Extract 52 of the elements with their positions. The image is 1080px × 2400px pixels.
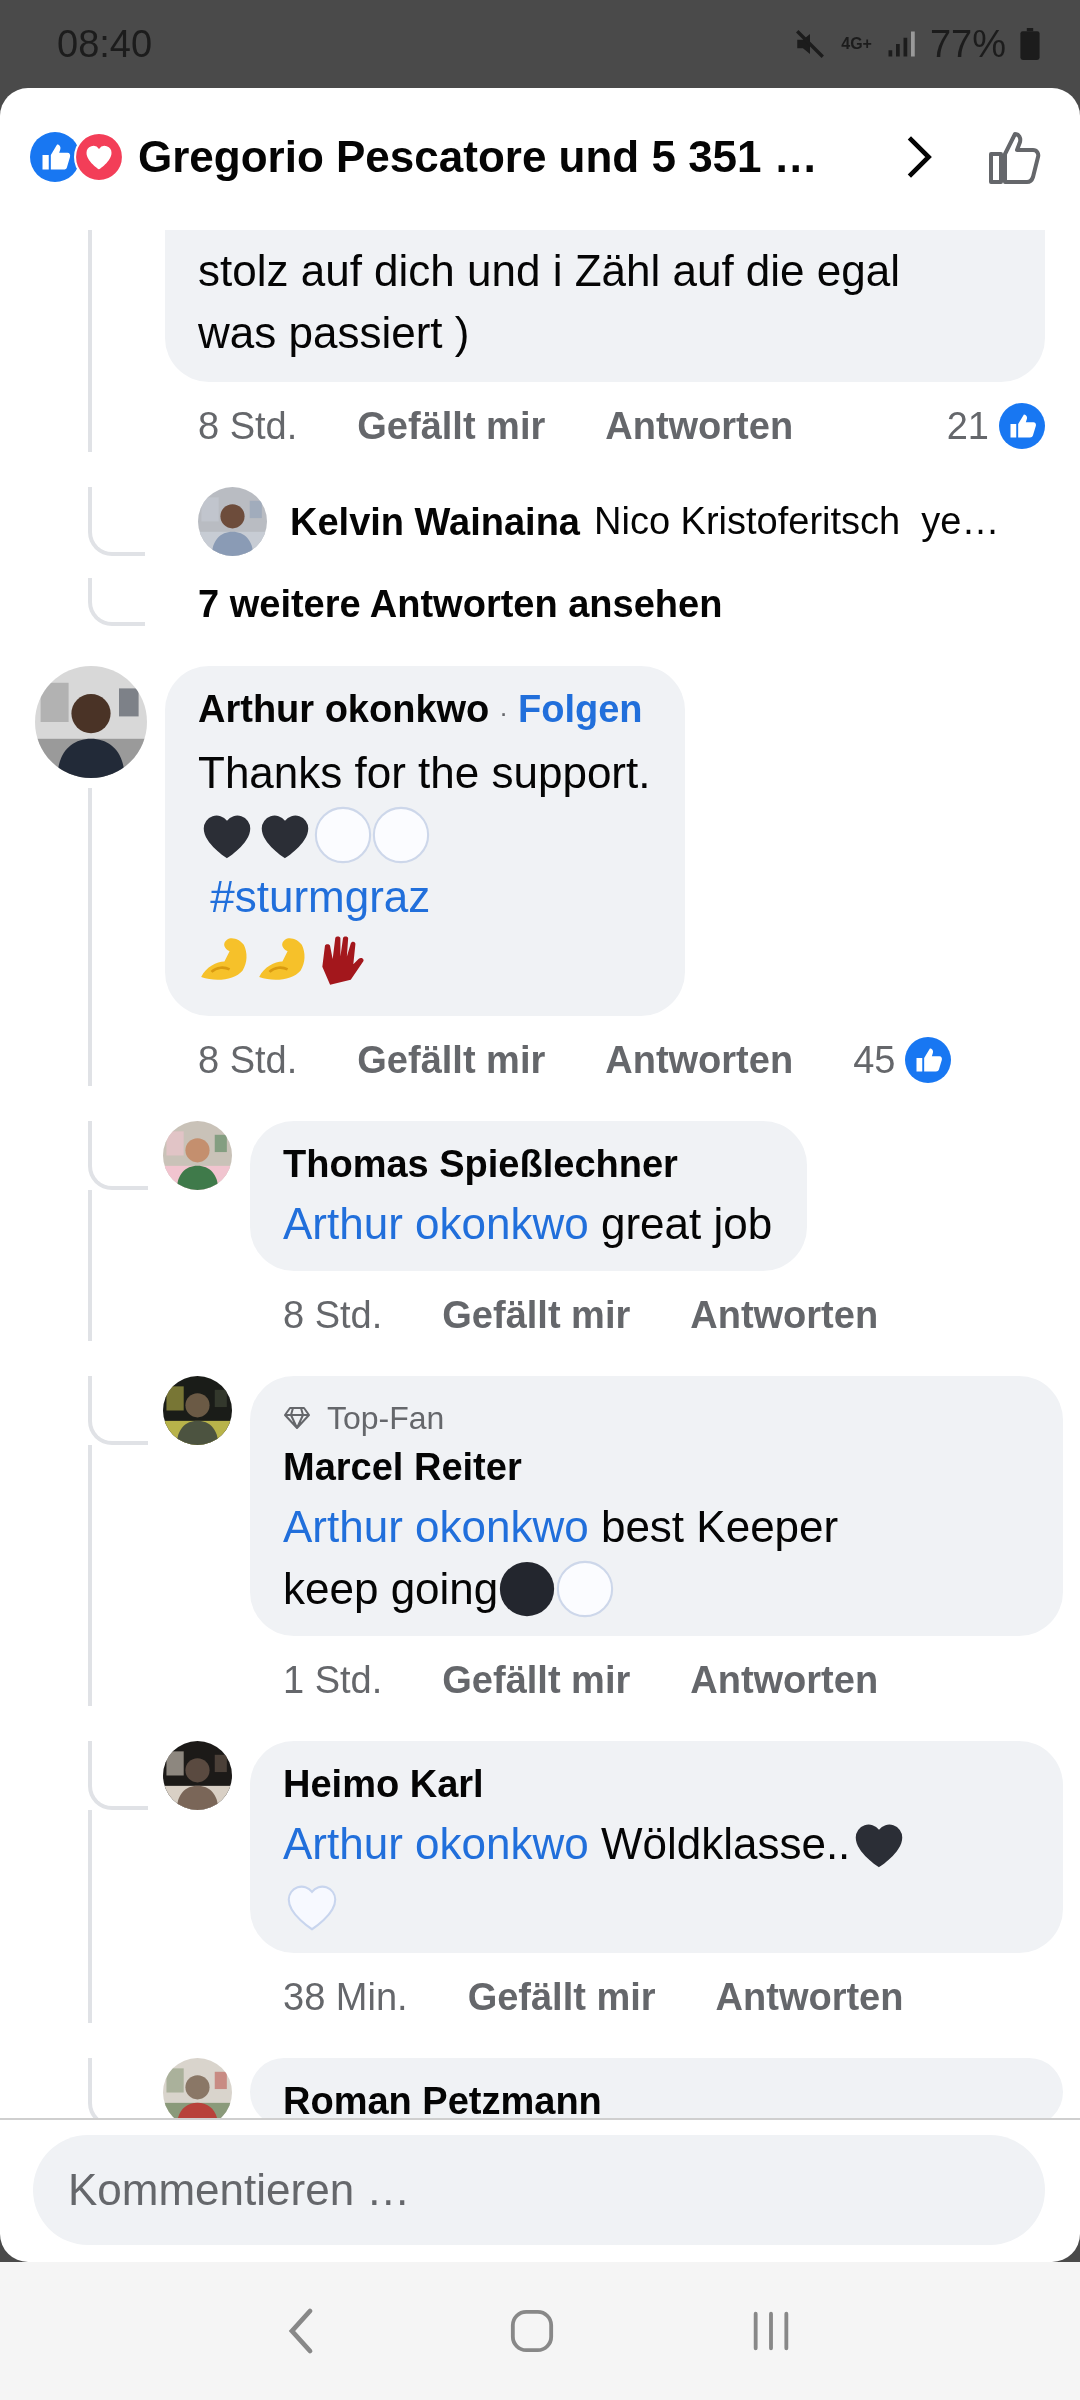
like-button[interactable]: Gefällt mir [442,1293,631,1337]
separator-dot: · [499,697,508,730]
author-name[interactable]: Marcel Reiter [283,1442,1028,1492]
reply-button[interactable]: Antworten [715,1975,904,2019]
circle-icon [370,804,432,866]
comment-text: Thanks for the support. #sturmgraz [198,742,651,990]
like-button[interactable]: Gefällt mir [357,404,546,448]
more-replies-link[interactable]: 7 weitere Antworten ansehen [198,578,1045,630]
like-button[interactable]: Gefällt mir [467,1975,656,2019]
comment-text: stolz auf dich und i Zähl auf die egal was passiert ) [198,245,901,359]
mention-link[interactable]: Arthur okonkwo [283,1193,589,1255]
timestamp: 8 Std. [283,1293,383,1337]
mention-link[interactable]: Arthur okonkwo [283,1813,589,1875]
circle-icon [312,804,374,866]
follow-link[interactable]: Folgen [518,684,643,734]
battery-icon [1020,28,1040,60]
comment-input[interactable]: Kommentieren … [33,2135,1045,2245]
reply-preview-text: Nico Kristoferitsch ye… [594,500,1000,543]
timestamp: 1 Std. [283,1658,383,1702]
like-icon [999,403,1045,449]
like-icon [905,1037,952,1083]
author-name[interactable]: Heimo Karl [283,1759,1028,1809]
comment-text: Arthur okonkwo best Keeper keep going [283,1496,1028,1620]
author-name[interactable]: Roman Petzmann [283,2076,1028,2118]
reply-button[interactable]: Antworten [605,1038,794,1082]
timestamp: 8 Std. [198,1038,298,1082]
mention-link[interactable]: Arthur okonkwo [283,1496,589,1558]
thread-connector [88,578,145,626]
reply-button[interactable]: Antworten [690,1658,879,1702]
comment-text: Arthur okonkwo great job [283,1193,773,1255]
reactions-title[interactable]: Gregorio Pescatore und 5 351 … [138,131,899,182]
thread-connector [88,1376,148,1445]
reaction-count: 45 [853,1038,896,1082]
author-name[interactable]: Kelvin Wainaina [290,496,580,547]
diamond-icon [283,1406,311,1430]
reply-button[interactable]: Antworten [690,1293,879,1337]
like-icon [30,131,80,182]
badge-label: Top-Fan [327,1399,445,1437]
comment-text: Arthur okonkwo Wöldklasse.. [283,1813,1028,1937]
thread-connector [88,1741,148,1810]
like-button[interactable]: Gefällt mir [442,1658,631,1702]
reaction-count: 21 [946,404,989,448]
home-icon[interactable] [509,2308,555,2354]
thread-connector [88,1121,148,1190]
reply-button[interactable]: Antworten [605,404,794,448]
hashtag-link[interactable]: #sturmgraz [198,866,431,928]
timestamp: 38 Min. [283,1975,408,2019]
thread-connector [88,487,145,556]
like-button[interactable]: Gefällt mir [357,1038,546,1082]
author-name[interactable]: Thomas Spießlechner [283,1139,773,1189]
author-name[interactable]: Arthur okonkwo [198,684,490,734]
timestamp: 8 Std. [198,404,298,448]
